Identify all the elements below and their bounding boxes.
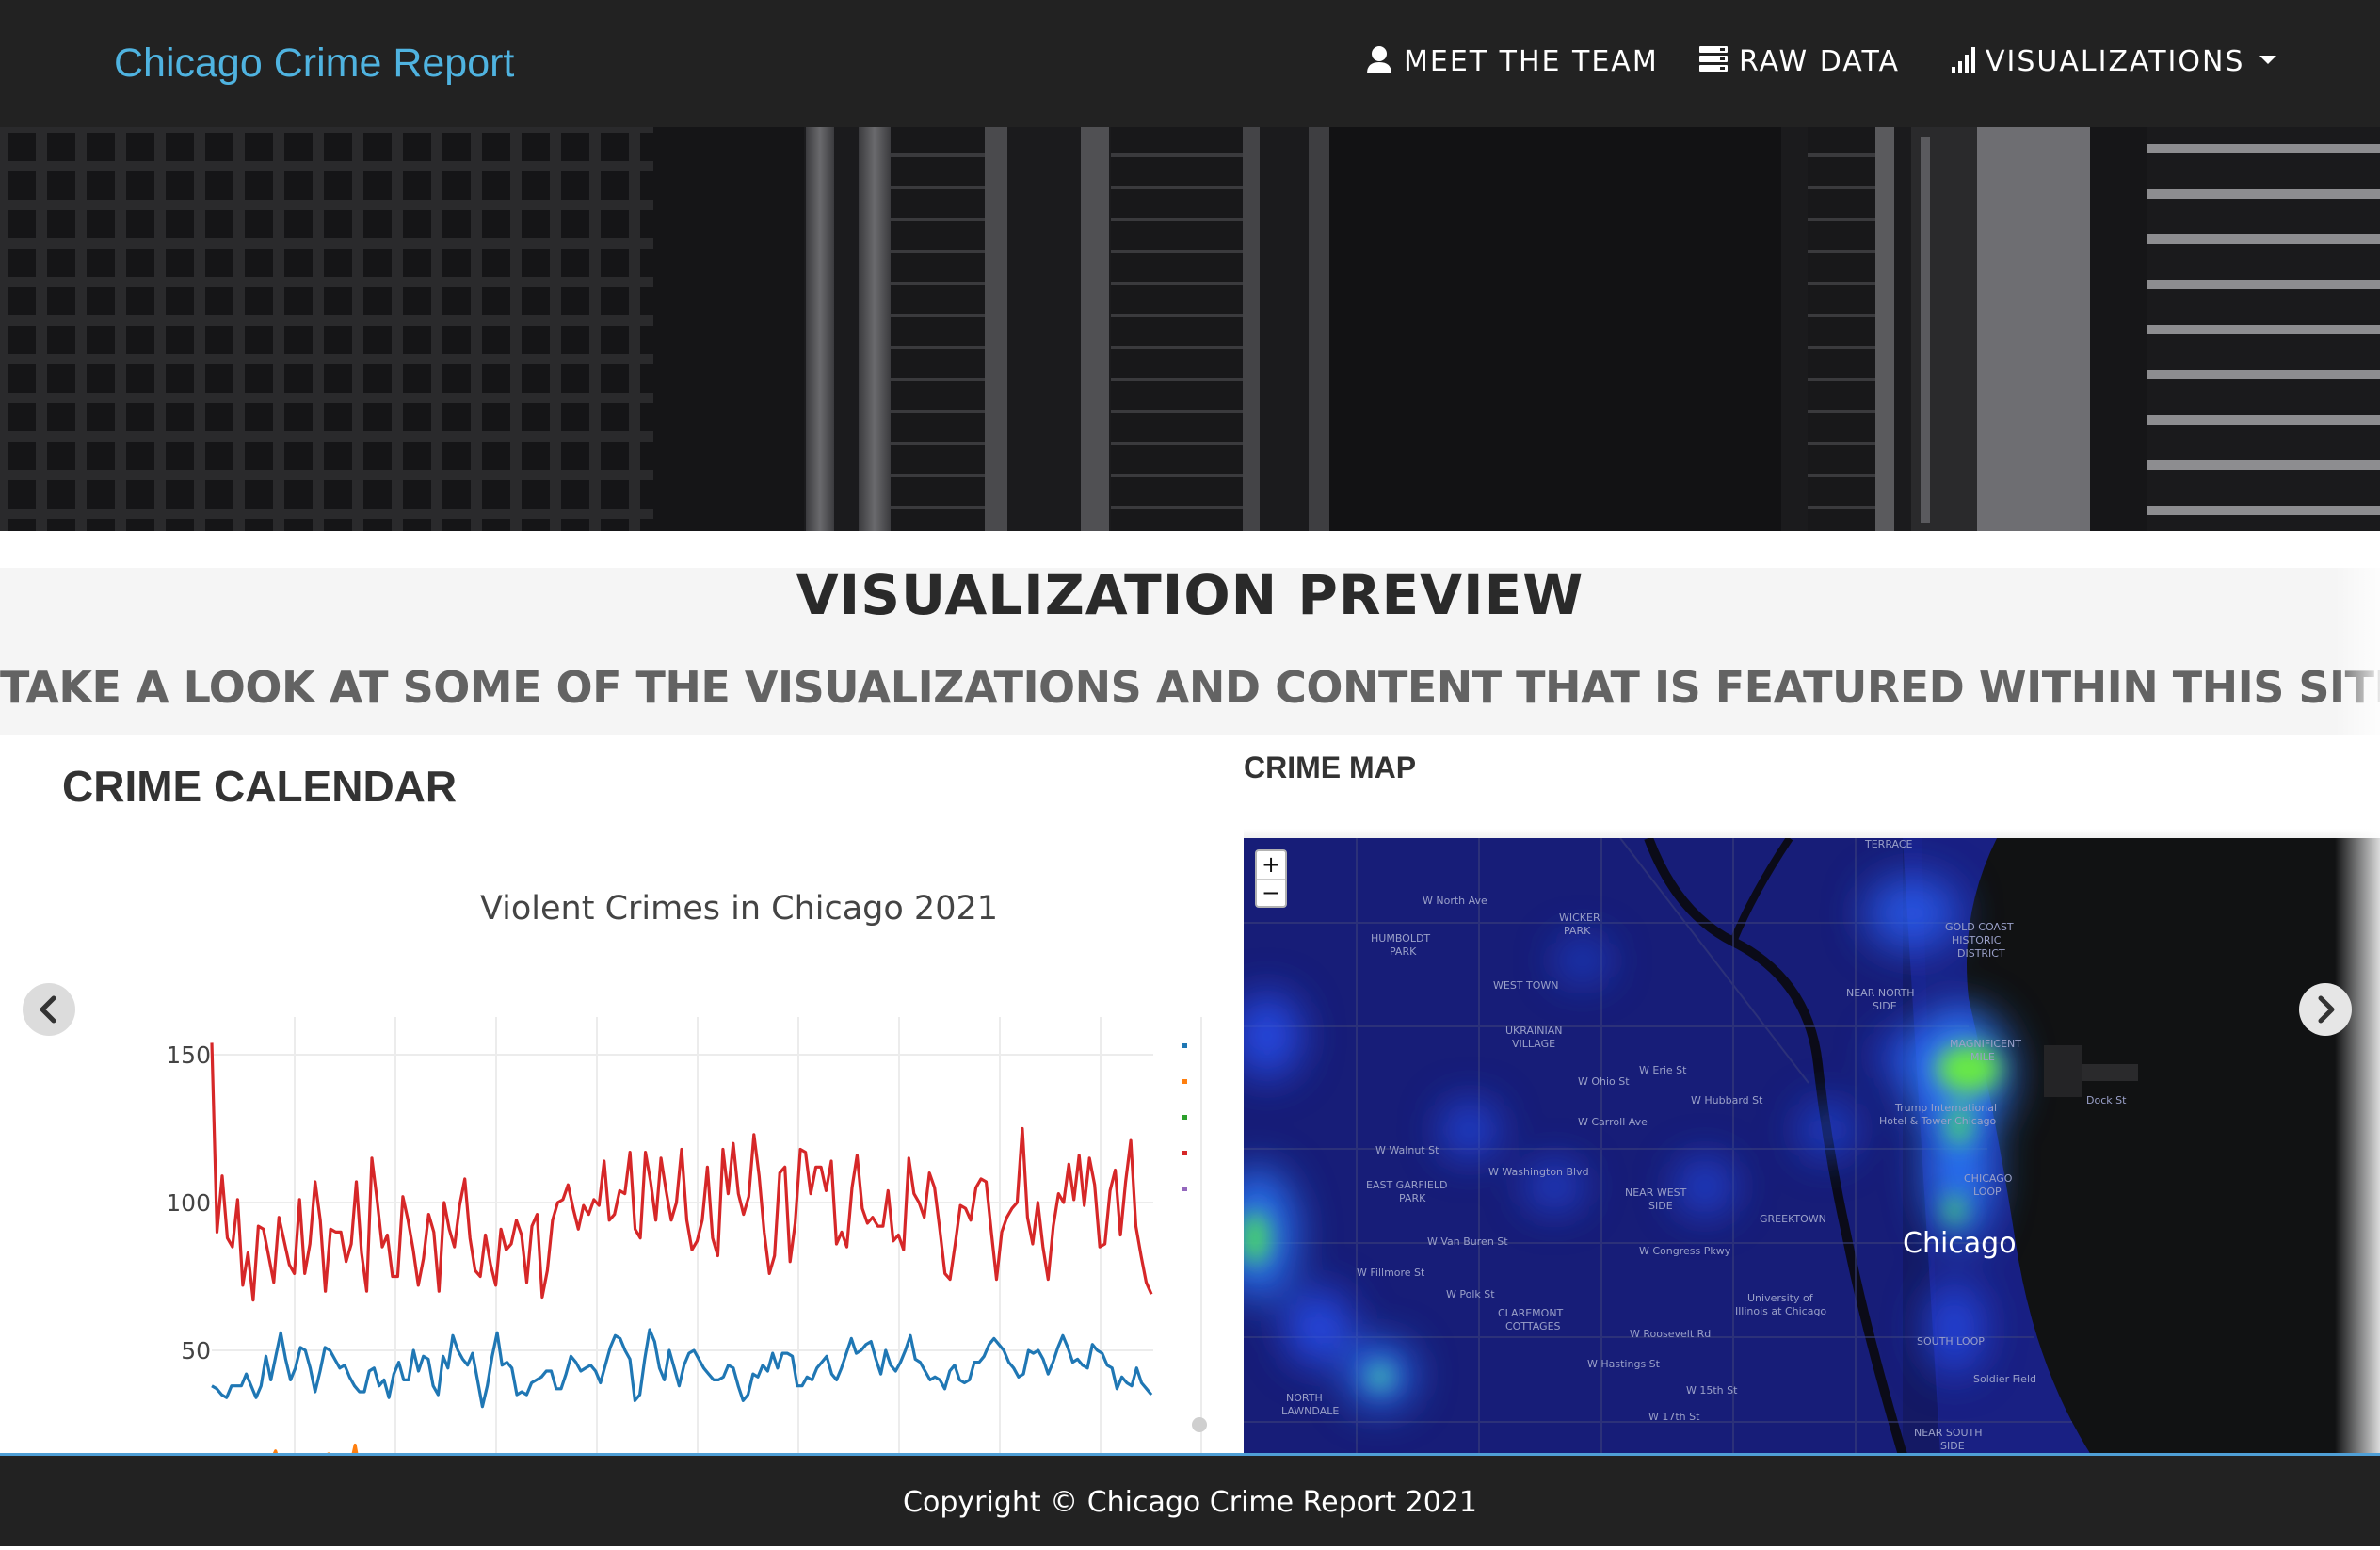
carousel-next-button[interactable] (2299, 983, 2352, 1036)
svg-text:MILE: MILE (1970, 1051, 1995, 1063)
svg-text:SIDE: SIDE (1940, 1440, 1965, 1452)
heatmap-svg: W North Ave WICKERPARK HUMBOLDTPARK WEST… (1244, 838, 2380, 1455)
svg-text:UKRAINIAN: UKRAINIAN (1505, 1025, 1562, 1037)
svg-text:COTTAGES: COTTAGES (1505, 1320, 1561, 1332)
svg-text:W Van Buren St: W Van Buren St (1427, 1235, 1508, 1248)
svg-text:W 15th St: W 15th St (1686, 1384, 1738, 1397)
preview-subtitle: TAKE A LOOK AT SOME OF THE VISUALIZATION… (0, 662, 2380, 713)
svg-text:WEST TOWN: WEST TOWN (1493, 979, 1559, 992)
zoom-in-button[interactable]: + (1257, 851, 1285, 880)
zoom-out-button[interactable]: − (1257, 880, 1285, 907)
chart-y-tick-label: 150 (166, 1041, 211, 1069)
svg-text:W Roosevelt Rd: W Roosevelt Rd (1630, 1328, 1711, 1340)
svg-text:W Hubbard St: W Hubbard St (1691, 1094, 1763, 1106)
nav-meet-the-team[interactable]: MEET THE TEAM (1366, 0, 1659, 123)
chevron-right-icon (2318, 995, 2335, 1024)
svg-text:W Congress Pkwy: W Congress Pkwy (1639, 1245, 1731, 1257)
svg-text:Illinois at Chicago: Illinois at Chicago (1735, 1305, 1826, 1317)
preview-title: VISUALIZATION PREVIEW (796, 563, 1584, 627)
svg-text:PARK: PARK (1390, 945, 1417, 958)
crime-heatmap[interactable]: W North Ave WICKER PARK HUMBOLDT PARK WEST… (1244, 838, 2380, 1455)
chart-legend-marker (1182, 1187, 1187, 1191)
svg-text:SIDE: SIDE (1873, 1000, 1897, 1012)
svg-text:GOLD COAST: GOLD COAST (1945, 921, 2014, 933)
building-facade-image (0, 127, 2380, 531)
caret-down-icon (2259, 56, 2277, 64)
svg-text:VILLAGE: VILLAGE (1512, 1038, 1555, 1050)
svg-text:University of: University of (1747, 1292, 1814, 1304)
chart-lines (210, 1042, 1153, 1494)
svg-text:W Ohio St: W Ohio St (1578, 1075, 1630, 1088)
svg-text:SIDE: SIDE (1648, 1200, 1673, 1212)
svg-text:NORTH: NORTH (1286, 1392, 1323, 1404)
svg-text:Soldier Field: Soldier Field (1973, 1373, 2036, 1385)
brand-link[interactable]: Chicago Crime Report (114, 0, 514, 127)
svg-text:PARK: PARK (1399, 1192, 1426, 1204)
crime-map-heading: CRIME MAP (1244, 751, 1417, 784)
svg-text:W Erie St: W Erie St (1639, 1064, 1687, 1076)
nav-meet-the-team-label: MEET THE TEAM (1404, 45, 1659, 78)
svg-text:Trump International: Trump International (1894, 1102, 1997, 1114)
svg-text:Hotel & Tower Chicago: Hotel & Tower Chicago (1879, 1115, 1997, 1127)
chart-series-line-0 (210, 1042, 1153, 1302)
svg-text:W North Ave: W North Ave (1423, 895, 1488, 907)
svg-text:WICKER: WICKER (1559, 912, 1600, 924)
svg-text:GREEKTOWN: GREEKTOWN (1760, 1213, 1826, 1225)
carousel-indicator[interactable] (1192, 1417, 1207, 1432)
svg-text:PARK: PARK (1564, 925, 1591, 937)
svg-text:DISTRICT: DISTRICT (1957, 947, 2005, 960)
chart-legend (1182, 1043, 1187, 1191)
bar-chart-icon (1952, 46, 1975, 73)
svg-text:Dock St: Dock St (2086, 1094, 2127, 1106)
chart-series-line-1 (211, 1328, 1153, 1409)
svg-text:TERRACE: TERRACE (1864, 838, 1913, 850)
svg-text:EAST GARFIELD: EAST GARFIELD (1366, 1179, 1448, 1191)
hero-image (0, 127, 2380, 531)
svg-text:W Hastings St: W Hastings St (1587, 1358, 1661, 1370)
svg-text:W 17th St: W 17th St (1648, 1411, 1700, 1423)
chart-y-tick-label: 50 (181, 1337, 211, 1364)
svg-text:HISTORIC: HISTORIC (1952, 934, 2002, 946)
svg-text:HUMBOLDT: HUMBOLDT (1371, 932, 1430, 945)
chart-title: Violent Crimes in Chicago 2021 (480, 890, 998, 928)
chart-legend-marker (1182, 1115, 1187, 1120)
chart-legend-marker (1182, 1151, 1187, 1155)
svg-text:LAWNDALE: LAWNDALE (1281, 1405, 1339, 1417)
svg-text:SOUTH LOOP: SOUTH LOOP (1917, 1335, 1985, 1348)
chart-svg: Violent Crimes in Chicago 2021 50 100 150 (166, 890, 1202, 1494)
user-icon (1367, 45, 1391, 73)
svg-text:W Walnut St: W Walnut St (1375, 1144, 1439, 1156)
chevron-left-icon (40, 995, 56, 1024)
map-zoom-control: + − (1255, 849, 1287, 908)
chart-y-axis: 50 100 150 (166, 1041, 211, 1364)
svg-text:NEAR NORTH: NEAR NORTH (1846, 987, 1915, 999)
chart-y-tick-label: 100 (166, 1189, 211, 1217)
map-city-label: Chicago (1903, 1227, 2017, 1260)
svg-text:CLAREMONT: CLAREMONT (1498, 1307, 1564, 1319)
chart-legend-marker (1182, 1043, 1187, 1048)
svg-text:CHICAGO: CHICAGO (1964, 1172, 2013, 1185)
svg-text:LOOP: LOOP (1973, 1186, 2002, 1198)
nav-visualizations-label: VISUALIZATIONS (1986, 45, 2245, 78)
map-top-edge (1244, 829, 2380, 838)
svg-text:NEAR SOUTH: NEAR SOUTH (1914, 1427, 1983, 1439)
svg-text:W Polk St: W Polk St (1446, 1288, 1495, 1300)
nav-raw-data[interactable]: RAW DATA (1699, 0, 1900, 123)
nav-visualizations-dropdown[interactable]: VISUALIZATIONS (1952, 0, 2277, 123)
crime-calendar-heading: CRIME CALENDAR (62, 762, 458, 811)
chart-legend-marker (1182, 1079, 1187, 1084)
svg-text:W Carroll Ave: W Carroll Ave (1578, 1116, 1648, 1128)
svg-text:W Washington Blvd: W Washington Blvd (1488, 1166, 1589, 1178)
footer-copyright: Copyright © Chicago Crime Report 2021 (903, 1486, 1477, 1519)
svg-text:W Fillmore St: W Fillmore St (1357, 1267, 1425, 1279)
top-navbar: Chicago Crime Report MEET THE TEAM RAW D… (0, 0, 2380, 127)
nav-raw-data-label: RAW DATA (1739, 45, 1900, 78)
violent-crimes-chart: Violent Crimes in Chicago 2021 50 100 150 (132, 876, 1243, 1494)
svg-text:MAGNIFICENT: MAGNIFICENT (1950, 1038, 2021, 1050)
carousel-prev-button[interactable] (23, 983, 75, 1036)
svg-text:NEAR WEST: NEAR WEST (1625, 1187, 1687, 1199)
server-icon (1699, 45, 1728, 72)
